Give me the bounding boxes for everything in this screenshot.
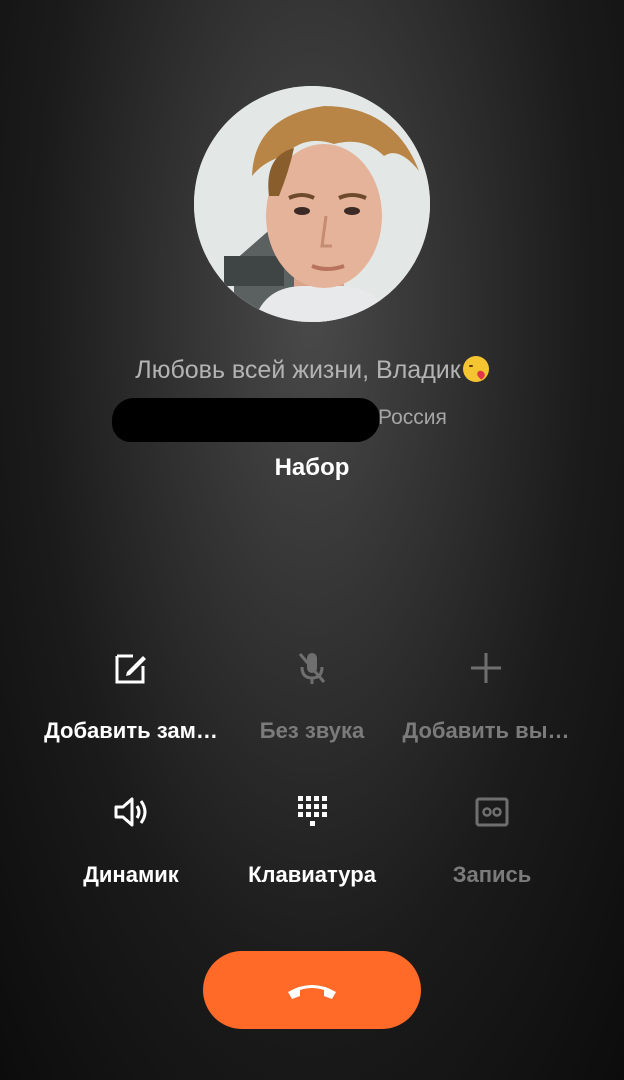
edit-note-icon bbox=[115, 654, 146, 684]
phone-number-row: Россия bbox=[0, 396, 624, 444]
keypad-button[interactable]: Клавиатура bbox=[212, 792, 412, 888]
hang-up-icon bbox=[288, 985, 336, 999]
microphone-off-icon bbox=[298, 653, 326, 684]
voicemail-record-icon bbox=[475, 797, 509, 827]
redacted-phone-number bbox=[112, 398, 380, 442]
add-call-button[interactable]: Добавить вы… bbox=[386, 648, 586, 744]
end-call-button[interactable] bbox=[203, 951, 421, 1029]
record-label: Запись bbox=[452, 862, 532, 887]
plus-icon bbox=[471, 653, 501, 683]
add-note-button[interactable]: Добавить зам… bbox=[31, 648, 231, 744]
kissing-heart-emoji-icon bbox=[462, 356, 489, 382]
dialpad-icon bbox=[298, 796, 327, 826]
speaker-icon bbox=[114, 797, 147, 827]
speaker-button[interactable]: Динамик bbox=[31, 792, 231, 888]
contact-name-text: Любовь всей жизни, Владик bbox=[135, 356, 461, 384]
record-button[interactable]: Запись bbox=[392, 792, 592, 888]
mute-button[interactable]: Без звука bbox=[212, 648, 412, 744]
add-call-label: Добавить вы… bbox=[402, 718, 570, 743]
contact-avatar bbox=[194, 86, 430, 322]
speaker-label: Динамик bbox=[83, 862, 179, 887]
mute-label: Без звука bbox=[259, 718, 365, 743]
keypad-label: Клавиатура bbox=[248, 862, 376, 887]
add-note-label: Добавить зам… bbox=[44, 718, 218, 743]
contact-location: Россия bbox=[378, 406, 447, 429]
call-status: Набор bbox=[274, 454, 350, 481]
contact-name: Любовь всей жизни, Владик bbox=[0, 356, 624, 385]
